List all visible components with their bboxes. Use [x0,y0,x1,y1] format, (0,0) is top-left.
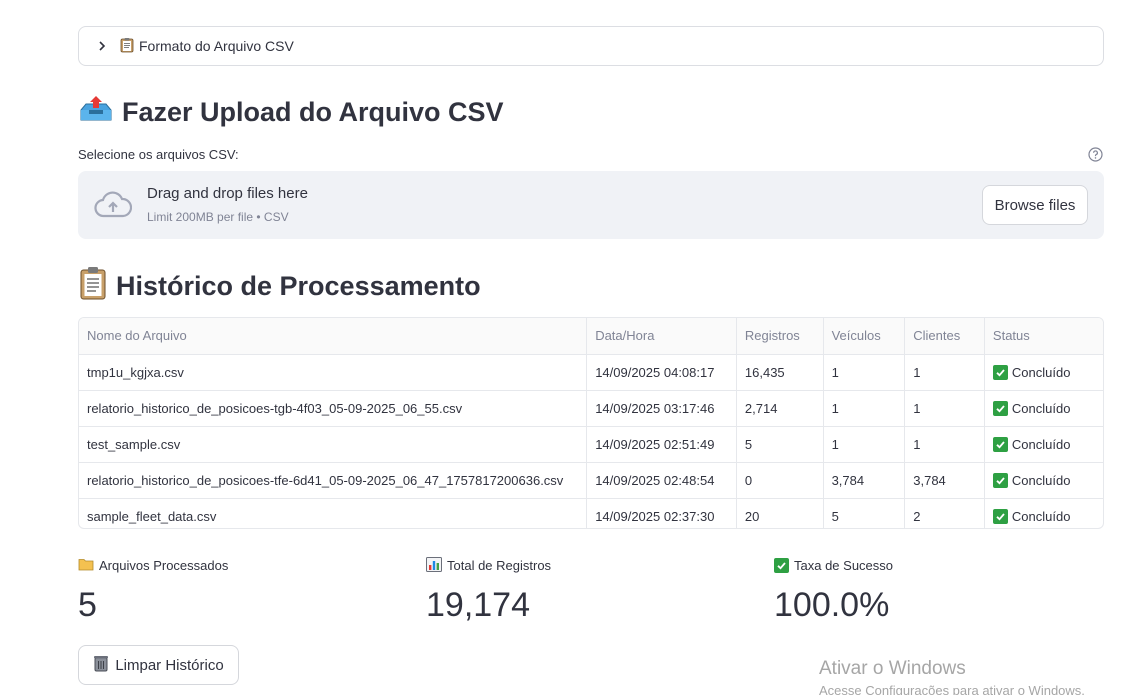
metric-value: 19,174 [426,586,530,624]
status-text: Concluído [1011,472,1071,488]
metric-success-rate: Taxa de Sucesso 100.0% [774,557,893,625]
cell-filename: test_sample.csv [79,426,588,463]
cell-records: 5 [736,426,824,463]
cell-vehicles: 1 [823,354,906,391]
cell-records: 16,435 [736,354,824,391]
column-header-clients[interactable]: Clientes [904,318,985,355]
status-text: Concluído [1011,436,1071,452]
check-mark-icon [992,472,1008,488]
status-text: Concluído [1011,364,1071,380]
metric-value: 100.0% [774,586,890,624]
table-row[interactable]: relatorio_historico_de_posicoes-tfe-6d41… [79,462,1103,499]
cell-filename: tmp1u_kgjxa.csv [79,354,588,391]
check-mark-icon [992,436,1008,452]
cell-vehicles: 5 [823,498,906,528]
clear-history-button[interactable]: Limpar Histórico [78,645,239,685]
watermark-title: Ativar o Windows [819,658,966,679]
cell-status: Concluído [984,354,1103,391]
expander-title: Formato do Arquivo CSV [139,38,294,54]
cell-clients: 2 [904,498,985,528]
chevron-right-icon [95,39,109,53]
cell-vehicles: 3,784 [823,462,906,499]
status-text: Concluído [1011,400,1071,416]
upload-heading: Fazer Upload do Arquivo CSV [78,94,504,131]
metric-label: Arquivos Processados [99,558,229,573]
metric-value: 5 [78,586,97,624]
cloud-upload-icon [94,191,133,219]
table-row[interactable]: relatorio_historico_de_posicoes-tgb-4f03… [79,390,1103,427]
cell-records: 20 [736,498,824,528]
metric-files-processed: Arquivos Processados 5 [78,557,228,625]
cell-status: Concluído [984,426,1103,463]
cell-records: 2,714 [736,390,824,427]
history-heading-text: Histórico de Processamento [116,271,481,301]
cell-clients: 1 [904,426,985,463]
clear-history-label: Limpar Histórico [115,656,224,674]
cell-filename: relatorio_historico_de_posicoes-tfe-6d41… [79,462,588,499]
cell-clients: 1 [904,390,985,427]
browse-files-button[interactable]: Browse files [982,185,1088,225]
help-icon[interactable] [1088,147,1103,162]
cell-vehicles: 1 [823,390,906,427]
outbox-tray-icon [78,94,114,131]
column-header-vehicles[interactable]: Veículos [823,318,906,355]
clipboard-icon [78,266,108,307]
cell-filename: sample_fleet_data.csv [79,498,588,528]
history-heading: Histórico de Processamento [78,266,481,307]
folder-icon [78,557,94,574]
metric-label: Total de Registros [447,558,552,573]
column-header-status[interactable]: Status [984,318,1103,355]
table-row[interactable]: test_sample.csv 14/09/2025 02:51:49 5 1 … [79,426,1103,463]
upload-heading-text: Fazer Upload do Arquivo CSV [122,97,504,127]
metric-label: Taxa de Sucesso [794,558,894,573]
cell-clients: 3,784 [904,462,985,499]
check-mark-icon [992,400,1008,416]
cell-status: Concluído [984,390,1103,427]
cell-filename: relatorio_historico_de_posicoes-tgb-4f03… [79,390,588,427]
metric-total-records: Total de Registros 19,174 [426,556,552,625]
column-header-records[interactable]: Registros [736,318,824,355]
column-header-datetime[interactable]: Data/Hora [586,318,737,355]
cell-status: Concluído [984,462,1103,499]
clipboard-icon [119,37,135,56]
watermark-subtitle: Acesse Configurações para ativar o Windo… [819,683,1085,695]
cell-datetime: 14/09/2025 02:37:30 [586,498,737,528]
column-header-filename[interactable]: Nome do Arquivo [79,318,588,355]
status-text: Concluído [1011,508,1071,524]
dropzone-title: Drag and drop files here [147,185,308,202]
cell-datetime: 14/09/2025 04:08:17 [586,354,737,391]
cell-status: Concluído [984,498,1103,528]
windows-activation-watermark: Ativar o Windows Acesse Configurações pa… [819,658,1085,695]
check-mark-icon [992,364,1008,380]
dropzone-limit: Limit 200MB per file • CSV [147,210,289,224]
check-mark-icon [992,508,1008,524]
expander-label: Formato do Arquivo CSV [119,37,294,56]
table-row[interactable]: sample_fleet_data.csv 14/09/2025 02:37:3… [79,498,1103,528]
check-mark-icon [774,558,789,573]
cell-datetime: 14/09/2025 03:17:46 [586,390,737,427]
cell-clients: 1 [904,354,985,391]
table-row[interactable]: tmp1u_kgjxa.csv 14/09/2025 04:08:17 16,4… [79,354,1103,391]
file-input-label: Selecione os arquivos CSV: [78,147,239,162]
table-header-row: Nome do Arquivo Data/Hora Registros Veíc… [79,318,1103,355]
bar-chart-icon [426,556,442,575]
csv-format-expander[interactable]: Formato do Arquivo CSV [78,26,1104,66]
cell-records: 0 [736,462,824,499]
cell-datetime: 14/09/2025 02:48:54 [586,462,737,499]
cell-vehicles: 1 [823,426,906,463]
history-table: Nome do Arquivo Data/Hora Registros Veíc… [78,317,1104,529]
cell-datetime: 14/09/2025 02:51:49 [586,426,737,463]
trash-icon [93,654,109,676]
file-dropzone[interactable]: Drag and drop files here Limit 200MB per… [78,171,1104,239]
